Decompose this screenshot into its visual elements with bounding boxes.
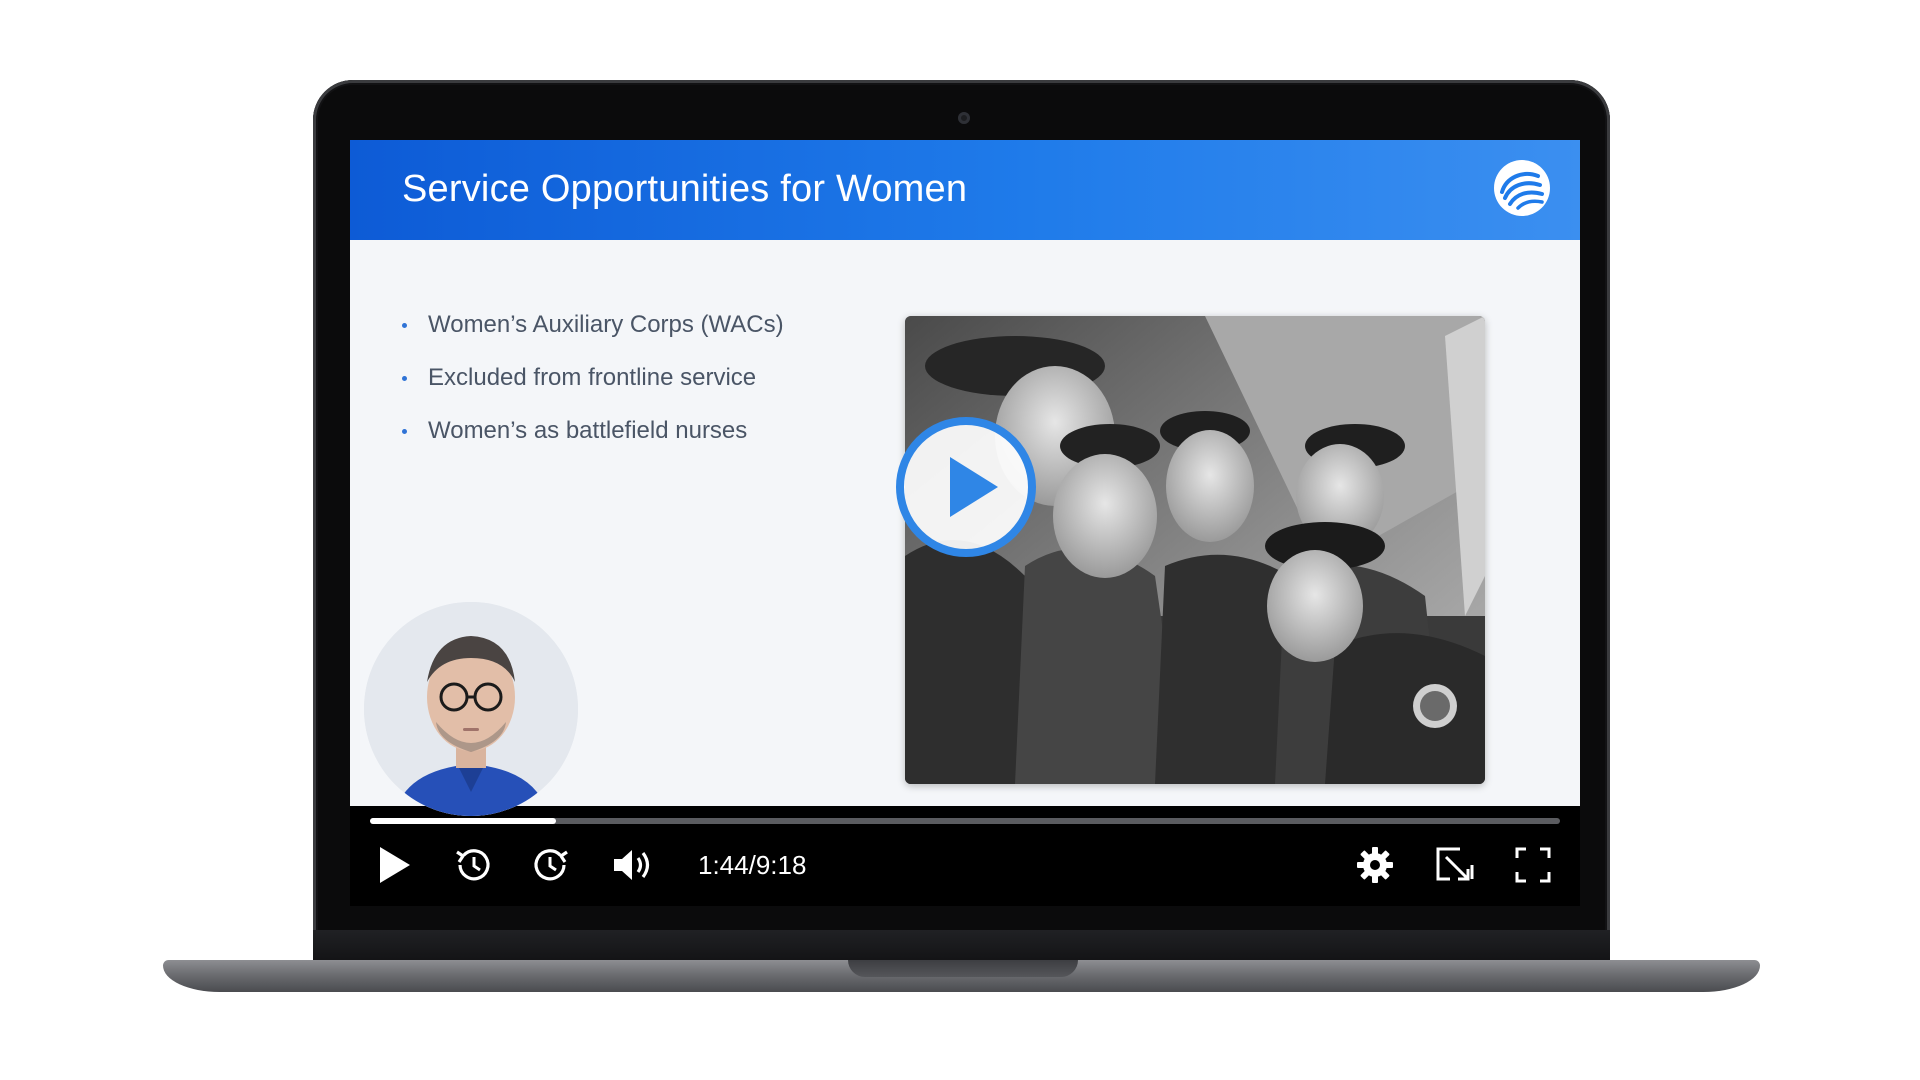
slide-title: Service Opportunities for Women (402, 168, 968, 210)
slide: Service Opportunities for Women Women’s … (350, 140, 1580, 816)
play-button[interactable] (372, 840, 416, 890)
bullet-dot (402, 429, 407, 434)
forward-button[interactable] (528, 840, 576, 890)
fullscreen-icon (1515, 847, 1551, 883)
bullet-item: Excluded from frontline service (402, 363, 784, 416)
forward-icon (534, 849, 568, 881)
camera-icon (958, 112, 970, 124)
slide-header: Service Opportunities for Women (350, 140, 1580, 240)
play-overlay-icon[interactable] (892, 413, 1040, 561)
presenter-avatar (364, 602, 578, 816)
gear-icon (1357, 847, 1393, 883)
fullscreen-button[interactable] (1508, 840, 1558, 890)
video-player: Service Opportunities for Women Women’s … (350, 140, 1580, 906)
bullet-item: Women’s as battlefield nurses (402, 416, 784, 469)
progress-bar[interactable] (370, 818, 1560, 824)
bullet-list: Women’s Auxiliary Corps (WACs) Excluded … (402, 310, 784, 469)
time-display: 1:44/9:18 (698, 850, 807, 880)
spiral-logo-icon (1494, 160, 1550, 216)
laptop-hinge (313, 930, 1610, 960)
play-icon (380, 847, 410, 883)
bullet-item: Women’s Auxiliary Corps (WACs) (402, 310, 784, 363)
picture-in-picture-button[interactable] (1430, 840, 1480, 890)
laptop-notch (848, 960, 1078, 977)
picture-in-picture-icon (1436, 847, 1474, 881)
bullet-dot (402, 376, 407, 381)
settings-button[interactable] (1350, 840, 1400, 890)
rewind-button[interactable] (448, 840, 496, 890)
progress-fill (370, 818, 556, 824)
rewind-icon (456, 849, 490, 881)
bullet-dot (402, 323, 407, 328)
volume-button[interactable] (608, 840, 660, 890)
volume-icon (614, 850, 650, 880)
